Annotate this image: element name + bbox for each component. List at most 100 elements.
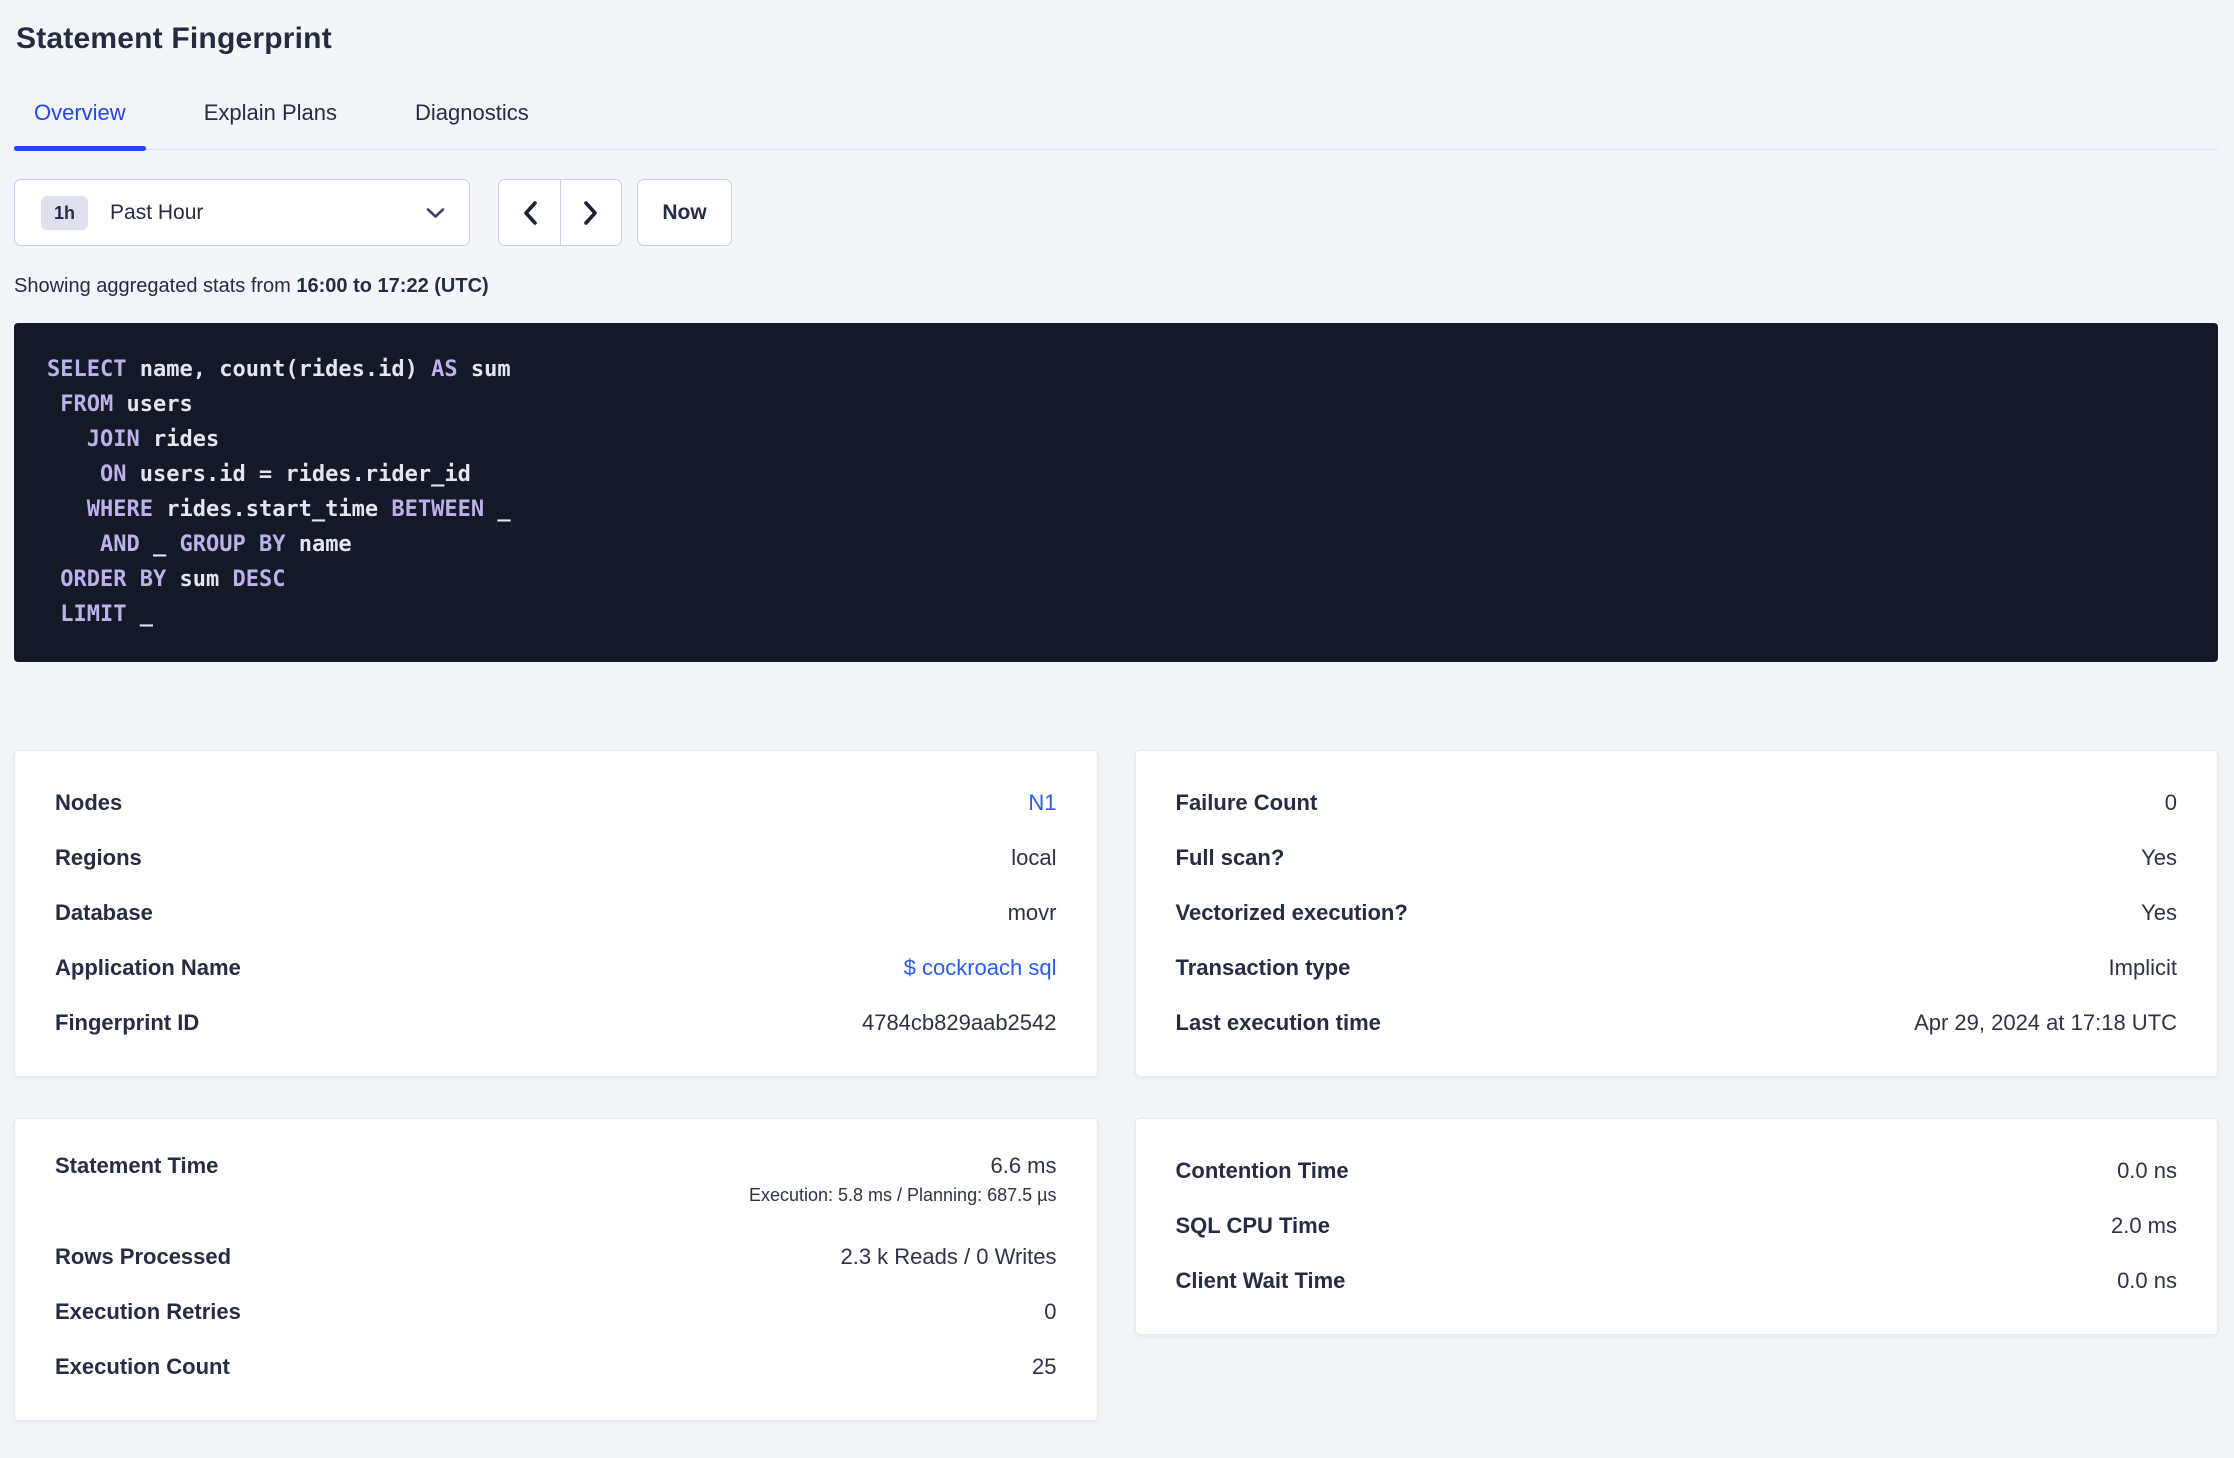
summary-cards: Nodes N1 Regions local Database movr Applicati… [14,750,2218,1421]
next-time-button[interactable] [560,180,621,245]
row-value-block: movr [1008,900,1057,926]
row-label: Execution Count [55,1353,230,1379]
row-value: 2.0 ms [2110,1212,2177,1238]
overview-details-right-card: Failure Count 0 Full scan? Yes Vectorized ex… [1134,750,2218,1077]
row-subvalue: Execution: 5.8 ms / Planning: 687.5 µs [748,1185,1057,1205]
sql-line: AND _ GROUP BY name [99,532,352,557]
row-value: 0.0 ns [2117,1267,2177,1293]
row-label: Failure Count [1175,789,1318,815]
card-row: Regions local [55,830,1057,885]
row-label: Regions [55,844,142,870]
row-label: Nodes [55,789,123,815]
row-label: Execution Retries [55,1298,241,1324]
time-nav-group [498,179,622,246]
row-value-block: 4784cb829aab2542 [862,1010,1057,1036]
row-value-link[interactable]: N1 [1028,790,1056,816]
row-value-block: Apr 29, 2024 at 17:18 UTC [1914,1010,2177,1036]
row-value: movr [1007,899,1057,925]
sql-line: LIMIT _ [60,602,153,627]
statement-times-card: Statement Time 6.6 ms Execution: 5.8 ms / … [14,1118,1098,1421]
sql-line: JOIN rides [86,427,220,452]
row-value-block: 0 [1044,1299,1056,1325]
row-value-block: Yes [2141,900,2177,926]
card-row: Last execution time Apr 29, 2024 at 17:18… [1176,995,2178,1050]
chevron-left-icon [522,200,538,226]
time-picker-row: 1h Past Hour Now [14,179,2218,246]
card-row: Failure Count 0 [1176,775,2178,830]
row-value-block: 6.6 ms Execution: 5.8 ms / Planning: 687.… [749,1153,1057,1206]
row-value-block: Implicit [2109,955,2177,981]
row-value-block: $ cockroach sql [904,955,1057,981]
tab-bar: Overview Explain Plans Diagnostics [14,88,2218,151]
chevron-right-icon [583,200,599,226]
row-value-block: 0.0 ns [2117,1268,2177,1294]
row-label: Last execution time [1175,1009,1381,1035]
row-value-block: 25 [1032,1354,1056,1380]
now-button[interactable]: Now [637,179,732,246]
row-label: SQL CPU Time [1175,1212,1330,1238]
sql-statement: SELECT name, count(rides.id) AS sum FROM… [14,323,2218,662]
row-value-block: 0 [2165,790,2177,816]
sql-line: FROM users [60,392,193,417]
tab-overview[interactable]: Overview [14,88,146,151]
card-row: SQL CPU Time 2.0 ms [1176,1198,2178,1253]
row-label: Vectorized execution? [1175,899,1408,925]
time-interval-label: Past Hour [110,200,204,224]
row-label: Full scan? [1175,844,1285,870]
row-value: 0 [2164,789,2177,815]
card-row: Client Wait Time 0.0 ns [1176,1253,2178,1308]
row-value-block: Yes [2141,845,2177,871]
card-row: Nodes N1 [55,775,1057,830]
aggregated-stats-prefix: Showing aggregated stats from [14,275,297,297]
row-value-block: 2.0 ms [2111,1213,2177,1239]
row-value: Implicit [2108,954,2177,980]
card-row: Vectorized execution? Yes [1176,885,2178,940]
card-row: Fingerprint ID 4784cb829aab2542 [55,995,1057,1050]
row-value: Yes [2141,899,2177,925]
row-value: 0.0 ns [2117,1157,2177,1183]
row-value: 25 [1032,1353,1057,1379]
prev-time-button[interactable] [499,180,560,245]
tab-diagnostics[interactable]: Diagnostics [395,88,549,149]
row-value-block: 0.0 ns [2117,1158,2177,1184]
card-row: Database movr [55,885,1057,940]
sql-line: WHERE rides.start_time BETWEEN _ [86,497,511,522]
card-row: Statement Time 6.6 ms Execution: 5.8 ms / … [55,1143,1057,1229]
card-row: Rows Processed 2.3 k Reads / 0 Writes [55,1229,1057,1284]
row-value-block: local [1011,845,1056,871]
tab-explain-plans[interactable]: Explain Plans [184,88,357,149]
row-value: 6.6 ms [990,1153,1057,1178]
card-row: Full scan? Yes [1176,830,2178,885]
statement-fingerprint-page: Statement Fingerprint Overview Explain P… [0,0,2234,1421]
wait-times-card: Contention Time 0.0 ns SQL CPU Time 2.0 ms C… [1134,1118,2218,1335]
overview-details-left-card: Nodes N1 Regions local Database movr Applicati… [14,750,1098,1077]
row-value: 0 [1044,1298,1057,1324]
sql-line: ON users.id = rides.rider_id [99,462,471,487]
row-label: Contention Time [1175,1157,1349,1183]
row-value-block: N1 [1028,790,1056,816]
card-row: Execution Count 25 [55,1339,1057,1394]
row-value: 2.3 k Reads / 0 Writes [840,1243,1057,1269]
row-label: Application Name [55,954,241,980]
row-label: Fingerprint ID [55,1009,200,1035]
time-interval-badge: 1h [41,195,89,230]
row-value: Yes [2141,844,2177,870]
page-title: Statement Fingerprint [16,22,332,55]
sql-line: ORDER BY sum DESC [60,567,286,592]
time-interval-select[interactable]: 1h Past Hour [14,179,470,246]
row-value: 4784cb829aab2542 [861,1009,1057,1035]
card-row: Transaction type Implicit [1176,940,2178,995]
row-label: Rows Processed [55,1243,232,1269]
chevron-down-icon [426,207,445,219]
card-row: Execution Retries 0 [55,1284,1057,1339]
row-label: Client Wait Time [1175,1267,1346,1293]
row-value: local [1011,844,1057,870]
card-row: Contention Time 0.0 ns [1176,1143,2178,1198]
row-label: Transaction type [1175,954,1351,980]
row-label: Statement Time [55,1153,219,1178]
row-value-link[interactable]: $ cockroach sql [904,955,1057,981]
row-value: Apr 29, 2024 at 17:18 UTC [1914,1009,2177,1035]
aggregated-stats-range: 16:00 to 17:22 (UTC) [296,275,489,297]
row-label: Database [55,899,153,925]
aggregated-stats-text: Showing aggregated stats from 16:00 to 1… [14,275,2218,298]
